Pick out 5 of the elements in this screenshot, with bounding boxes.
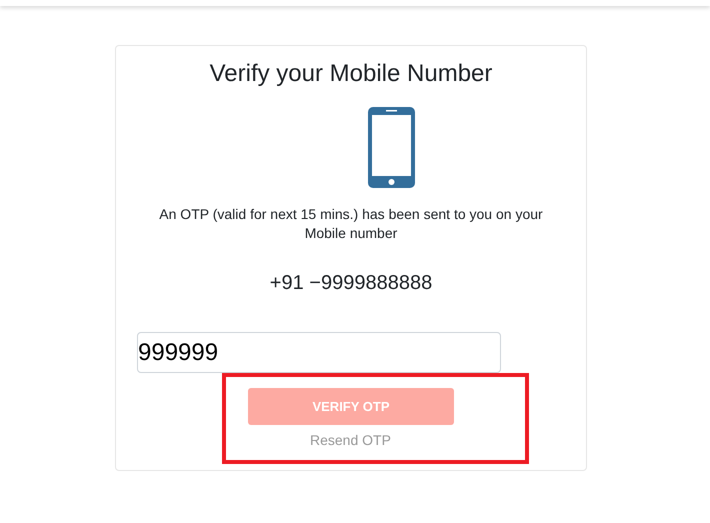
- page-title: Verify your Mobile Number: [210, 59, 492, 89]
- otp-input-field[interactable]: 999999: [137, 332, 501, 373]
- mobile-phone-icon: [368, 107, 414, 188]
- phone-number: +91 −9999888888: [270, 271, 432, 296]
- otp-message: An OTP (valid for next 15 mins.) has been sent to you on your Mobile number: [158, 205, 544, 243]
